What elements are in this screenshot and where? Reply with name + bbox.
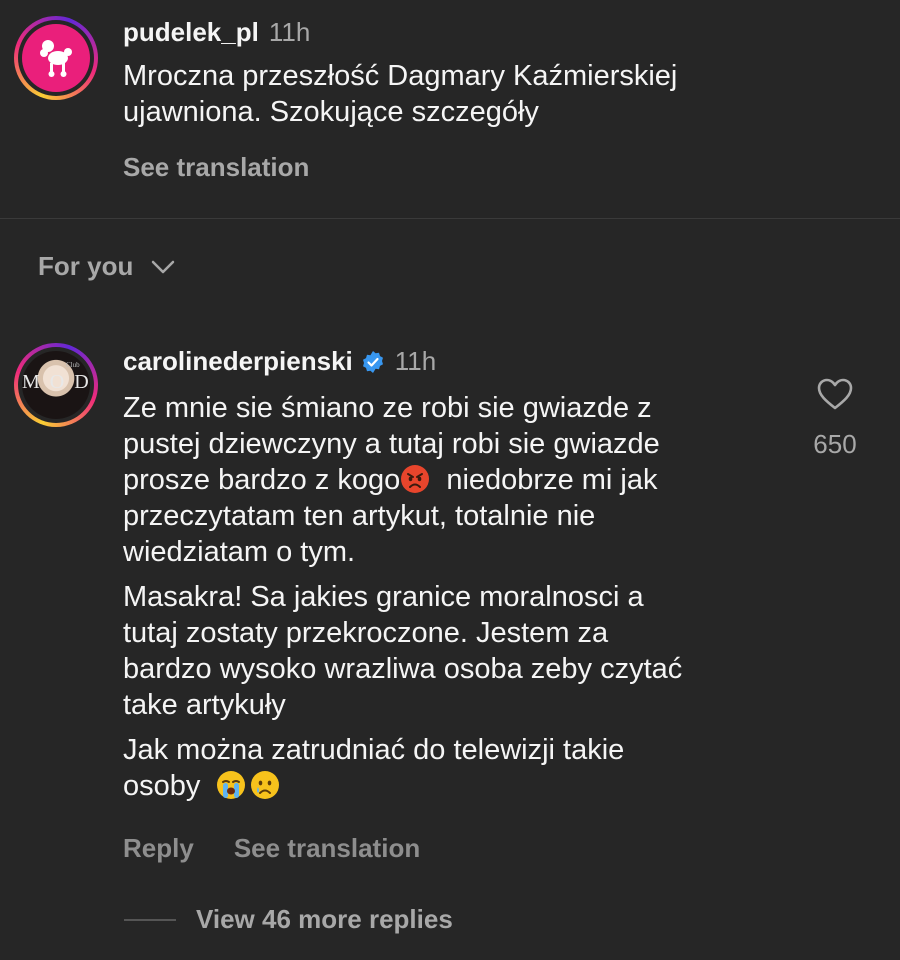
post-caption: Mroczna przeszłość Dagmary Kaźmierskiej … <box>123 58 883 130</box>
post-avatar[interactable] <box>14 16 98 100</box>
comment-paragraph: Masakra! Sa jakies granice moralnosci a … <box>123 579 783 723</box>
comment-text: Ze mnie sie śmiano ze robi sie gwiazde z… <box>123 390 783 813</box>
heart-icon[interactable] <box>816 377 854 411</box>
comment-line: bardzo wysoko wrazliwa osoba zeby czytać <box>123 653 683 685</box>
divider <box>0 218 900 219</box>
verified-badge-icon <box>361 350 385 374</box>
comment-line: pustej dziewczyny a tutaj robi sie gwiaz… <box>123 428 660 460</box>
comment-line: tutaj zostaty przekroczone. Jestem za <box>123 617 609 649</box>
comment-line: Masakra! Sa jakies granice moralnosci a <box>123 581 644 613</box>
poodle-icon <box>22 24 90 92</box>
post-timestamp: 11h <box>268 17 311 47</box>
comment-paragraph: Jak można zatrudniać do telewizji takie … <box>123 732 783 804</box>
post-username[interactable]: pudelek_pl <box>123 17 259 47</box>
comment-see-translation-button[interactable]: See translation <box>234 833 420 864</box>
loudly-crying-face-emoji <box>216 770 246 800</box>
comment-username[interactable]: carolinederpienski <box>123 346 353 377</box>
reply-button[interactable]: Reply <box>123 833 194 864</box>
chevron-down-icon <box>152 260 175 273</box>
comment-avatar[interactable]: Club MODA <box>14 343 98 427</box>
comment-line: prosze bardzo z kogo niedobrze mi jak <box>123 462 783 498</box>
avatar-logo-small: Club <box>66 361 80 369</box>
comment-line: wiedziatam o tym. <box>123 536 356 568</box>
comment-paragraph: Ze mnie sie śmiano ze robi sie gwiazde z… <box>123 390 783 570</box>
comment-timestamp: 11h <box>394 346 437 376</box>
comment-sort-label: For you <box>38 251 134 281</box>
view-replies-label: View 46 more replies <box>196 904 453 934</box>
avatar-logo: MODA <box>22 371 90 393</box>
comment-line: Ze mnie sie śmiano ze robi sie gwiazde z <box>123 392 652 424</box>
comment-actions: Reply See translation <box>123 833 460 864</box>
comment-line-segment: prosze bardzo z kogo <box>123 464 401 496</box>
comment-like: 650 <box>798 377 872 460</box>
crying-face-emoji <box>250 770 280 800</box>
avatar-image: Club MODA <box>22 351 90 419</box>
comment-line: Jak można zatrudniać do telewizji takie <box>123 734 625 766</box>
view-replies-button[interactable]: View 46 more replies <box>124 904 453 935</box>
comment-sort-dropdown[interactable]: For you <box>38 251 175 282</box>
comment-line-segment: niedobrze mi jak <box>446 464 658 496</box>
post-see-translation-button[interactable]: See translation <box>123 152 309 183</box>
replies-divider <box>124 918 176 921</box>
comment-line: take artykuły <box>123 689 286 721</box>
post-caption-line: ujawniona. Szokujące szczegóły <box>123 96 539 128</box>
comment-line: osoby <box>123 768 783 804</box>
comment-line-segment: osoby <box>123 770 201 802</box>
post-header: pudelek_pl 11h <box>123 17 310 48</box>
post-caption-line: Mroczna przeszłość Dagmary Kaźmierskiej <box>123 60 678 92</box>
comment-line: przeczytatam ten artykut, totalnie nie <box>123 500 596 532</box>
like-count: 650 <box>813 429 857 459</box>
comment-header: carolinederpienski 11h <box>123 346 436 377</box>
angry-face-emoji <box>400 464 430 494</box>
